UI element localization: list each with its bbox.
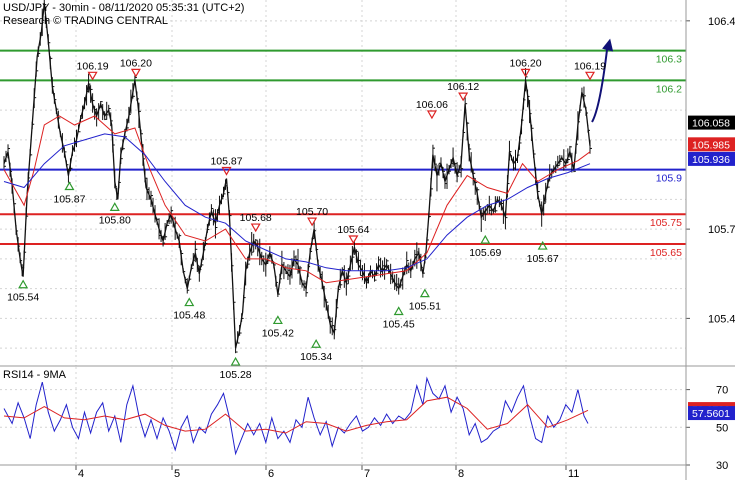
price-tag-label: 105.936 xyxy=(692,154,730,166)
y-tick-label: 105.7 xyxy=(708,224,735,236)
rsi-y-tick-label: 30 xyxy=(716,460,728,472)
swing-low-label: 105.67 xyxy=(527,253,559,265)
swing-low-label: 105.48 xyxy=(173,310,205,322)
x-tick-label: 11 xyxy=(568,468,579,480)
rsi-y-tick-label: 50 xyxy=(716,422,728,434)
x-tick-label: 5 xyxy=(174,468,180,480)
swing-low-label: 105.69 xyxy=(469,247,501,259)
level-label: 106.3 xyxy=(656,54,682,66)
x-tick-label: 7 xyxy=(364,468,370,480)
swing-low-label: 105.80 xyxy=(99,214,131,226)
swing-low-label: 105.54 xyxy=(7,292,39,304)
swing-high-label: 105.87 xyxy=(210,156,242,168)
level-label: 105.75 xyxy=(650,217,682,229)
swing-low-label: 105.45 xyxy=(383,319,415,331)
level-label: 106.2 xyxy=(656,83,682,95)
swing-high-label: 106.20 xyxy=(509,57,541,69)
price-tag-label: 106.058 xyxy=(692,118,730,130)
rsi-pane-title: RSI14 - 9MA xyxy=(3,369,67,381)
x-tick-label: 4 xyxy=(78,468,84,480)
swing-low-label: 105.87 xyxy=(53,194,85,206)
swing-high-label: 106.06 xyxy=(416,99,448,111)
swing-high-label: 106.19 xyxy=(574,60,606,72)
rsi-tag-label: 57.5601 xyxy=(692,408,730,420)
chart-title: USD/JPY - 30min - 08/11/2020 05:35:31 (U… xyxy=(3,2,244,14)
chart-root: 106.3 106.2 105.9 105.75 105.65 106.19 106.20… xyxy=(0,0,735,480)
swing-low-label: 105.42 xyxy=(262,327,294,339)
swing-high-label: 106.20 xyxy=(120,57,152,69)
swing-low-label: 105.28 xyxy=(220,369,252,381)
y-tick-label: 106.4 xyxy=(708,16,735,28)
swing-high-label: 105.64 xyxy=(337,224,369,236)
price-tag-label: 105.985 xyxy=(692,139,730,151)
swing-high-label: 106.19 xyxy=(77,60,109,72)
swing-low-label: 105.51 xyxy=(409,301,441,313)
level-label: 105.9 xyxy=(656,173,682,185)
x-tick-label: 8 xyxy=(458,468,464,480)
swing-high-label: 105.70 xyxy=(296,206,328,218)
y-tick-label: 105.4 xyxy=(708,313,735,325)
level-label: 105.65 xyxy=(650,247,682,259)
rsi-y-tick-label: 70 xyxy=(716,385,728,397)
swing-low-label: 105.34 xyxy=(300,351,332,363)
chart-canvas: 106.3106.2105.9105.75105.65 106.19 106.20… xyxy=(0,0,735,480)
chart-source: Research © TRADING CENTRAL xyxy=(3,15,168,27)
x-tick-label: 6 xyxy=(268,468,274,480)
swing-high-label: 106.12 xyxy=(447,81,479,93)
swing-high-label: 105.68 xyxy=(240,212,272,224)
